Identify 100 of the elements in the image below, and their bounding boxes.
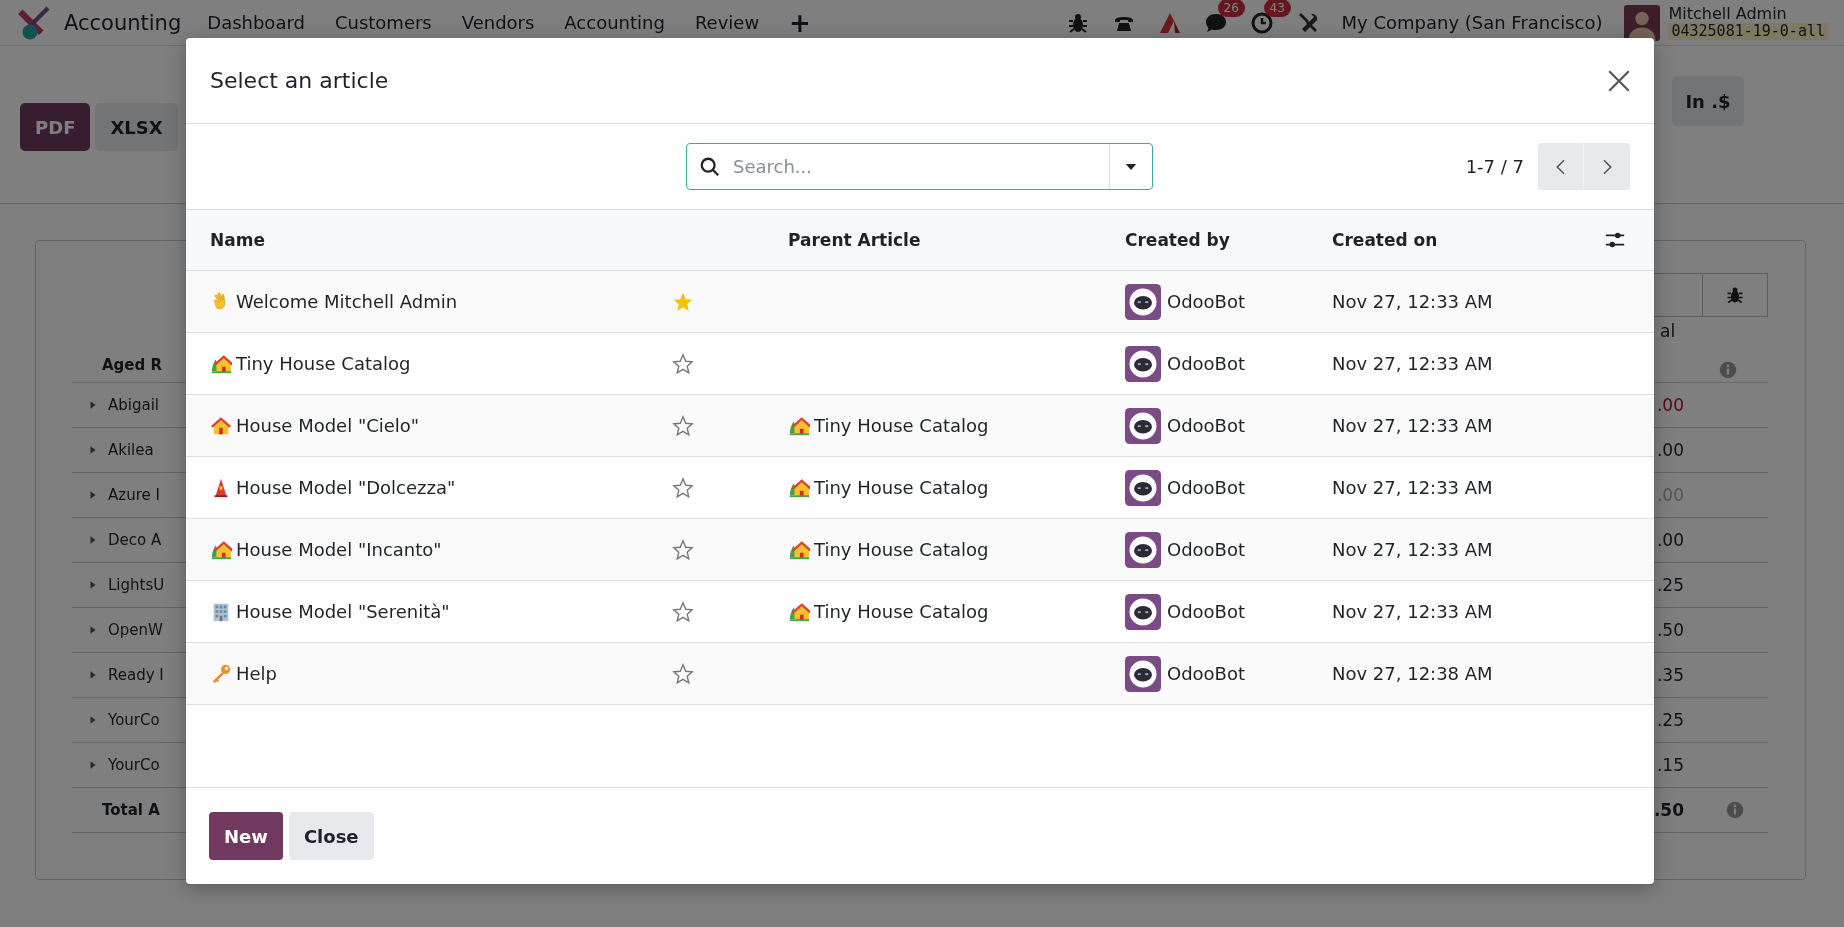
created-date: Nov 27, 12:38 AM bbox=[1332, 663, 1494, 684]
info-icon bbox=[1719, 361, 1737, 379]
creator-name: OdooBot bbox=[1167, 477, 1246, 498]
amount: .50 bbox=[1655, 620, 1684, 640]
caret-icon[interactable] bbox=[88, 579, 98, 591]
column-header[interactable]: Created on bbox=[1332, 230, 1604, 250]
star-outline-icon[interactable] bbox=[672, 600, 694, 623]
caret-icon[interactable] bbox=[88, 759, 98, 771]
article-name[interactable]: House Model "Serenità" bbox=[236, 601, 450, 622]
robot-avatar-icon bbox=[1125, 345, 1161, 382]
menu-item[interactable]: Vendors bbox=[461, 12, 535, 33]
currency-button[interactable]: In .$ bbox=[1672, 76, 1744, 126]
robot-avatar-icon bbox=[1125, 531, 1161, 568]
company-switcher[interactable]: My Company (San Francisco) bbox=[1341, 12, 1603, 33]
pager-value[interactable]: 1-7 / 7 bbox=[1465, 156, 1524, 177]
house-with-tree-icon bbox=[788, 476, 810, 499]
caret-icon[interactable] bbox=[88, 399, 98, 411]
star-outline-icon[interactable] bbox=[672, 538, 694, 561]
column-header: al bbox=[1659, 321, 1677, 341]
star-outline-icon[interactable] bbox=[672, 662, 694, 685]
created-date: Nov 27, 12:33 AM bbox=[1332, 353, 1494, 374]
export-button[interactable]: PDF bbox=[20, 103, 91, 151]
star-outline-icon[interactable] bbox=[672, 476, 694, 499]
menu-item[interactable]: Dashboard bbox=[207, 12, 305, 33]
article-name[interactable]: Help bbox=[236, 663, 278, 684]
dialog-button[interactable]: New bbox=[209, 812, 283, 860]
column-header[interactable]: Name bbox=[210, 230, 672, 250]
dialog-title: Select an article bbox=[210, 68, 389, 93]
bug-icon[interactable] bbox=[1725, 285, 1745, 305]
search-field[interactable]: Search... bbox=[686, 143, 1153, 190]
partner-name[interactable]: YourCo bbox=[108, 711, 160, 729]
search-input[interactable]: Search... bbox=[731, 155, 1109, 178]
house-with-tree-icon bbox=[788, 414, 810, 437]
user-avatar-icon[interactable] bbox=[1624, 4, 1661, 41]
caret-icon[interactable] bbox=[88, 669, 98, 681]
amount: .00 bbox=[1655, 530, 1684, 550]
creator-name: OdooBot bbox=[1167, 663, 1246, 684]
clock-icon[interactable] bbox=[1249, 10, 1274, 35]
robot-avatar-icon bbox=[1125, 593, 1161, 630]
robot-avatar-icon bbox=[1125, 407, 1161, 444]
house-with-tree-icon bbox=[788, 600, 810, 623]
created-date: Nov 27, 12:33 AM bbox=[1332, 415, 1494, 436]
caret-icon[interactable] bbox=[88, 489, 98, 501]
user-name[interactable]: Mitchell Admin bbox=[1668, 5, 1828, 24]
partner-name[interactable]: Azure I bbox=[108, 486, 160, 504]
creator-name: OdooBot bbox=[1167, 415, 1246, 436]
export-button[interactable]: XLSX bbox=[95, 103, 178, 151]
partner-name[interactable]: LightsU bbox=[108, 576, 165, 594]
robot-avatar-icon bbox=[1125, 283, 1161, 320]
menu-item[interactable]: Customers bbox=[334, 12, 432, 33]
amount: .35 bbox=[1655, 665, 1684, 685]
amount: .00 bbox=[1655, 440, 1684, 460]
caret-icon[interactable] bbox=[88, 534, 98, 546]
robot-avatar-icon bbox=[1125, 469, 1161, 506]
partner-name[interactable]: OpenW bbox=[108, 621, 163, 639]
article-name[interactable]: House Model "Dolcezza" bbox=[236, 477, 456, 498]
caret-icon[interactable] bbox=[88, 624, 98, 636]
house-with-tree-icon bbox=[210, 352, 232, 375]
partner-name[interactable]: Deco A bbox=[108, 531, 162, 549]
created-date: Nov 27, 12:33 AM bbox=[1332, 601, 1494, 622]
caret-icon[interactable] bbox=[88, 444, 98, 456]
key-icon bbox=[210, 662, 232, 685]
parent-article: Tiny House Catalog bbox=[814, 601, 989, 622]
robot-avatar-icon bbox=[1125, 655, 1161, 692]
partner-name[interactable]: YourCo bbox=[108, 756, 160, 774]
creator-name: OdooBot bbox=[1167, 539, 1246, 560]
total-amount: .50 bbox=[1652, 800, 1684, 820]
article-name[interactable]: House Model "Incanto" bbox=[236, 539, 442, 560]
count-badge: 26 bbox=[1217, 0, 1245, 17]
caret-icon[interactable] bbox=[88, 714, 98, 726]
parent-article: Tiny House Catalog bbox=[814, 415, 989, 436]
amount: .25 bbox=[1655, 710, 1684, 730]
article-name[interactable]: Tiny House Catalog bbox=[236, 353, 411, 374]
star-outline-icon[interactable] bbox=[672, 414, 694, 437]
count-badge: 43 bbox=[1263, 0, 1291, 17]
amount: .00 bbox=[1655, 395, 1684, 415]
search-icon bbox=[699, 155, 721, 178]
house-with-tree-icon bbox=[788, 538, 810, 561]
amount: .25 bbox=[1655, 575, 1684, 595]
column-header[interactable]: Parent Article bbox=[788, 230, 1125, 250]
article-name[interactable]: House Model "Cielo" bbox=[236, 415, 420, 436]
amount: .15 bbox=[1655, 755, 1684, 775]
column-header[interactable]: Created by bbox=[1125, 230, 1332, 250]
dialog-button[interactable]: Close bbox=[288, 812, 374, 860]
menu-item[interactable]: Review bbox=[694, 12, 760, 33]
menu-item[interactable]: Accounting bbox=[564, 12, 665, 33]
partner-name[interactable]: Ready I bbox=[108, 666, 164, 684]
parent-article: Tiny House Catalog bbox=[814, 477, 989, 498]
report-title: Aged R bbox=[101, 356, 163, 374]
app-name[interactable]: Accounting bbox=[64, 10, 182, 35]
creator-name: OdooBot bbox=[1167, 601, 1246, 622]
partner-name[interactable]: Abigail bbox=[108, 396, 159, 414]
article-name[interactable]: Welcome Mitchell Admin bbox=[236, 291, 458, 312]
created-date: Nov 27, 12:33 AM bbox=[1332, 477, 1494, 498]
creator-name: OdooBot bbox=[1167, 353, 1246, 374]
house-with-tree-icon bbox=[210, 538, 232, 561]
created-date: Nov 27, 12:33 AM bbox=[1332, 539, 1494, 560]
add-menu-item[interactable]: + bbox=[789, 9, 811, 36]
partner-name[interactable]: Akilea bbox=[108, 441, 154, 459]
star-outline-icon[interactable] bbox=[672, 352, 694, 375]
